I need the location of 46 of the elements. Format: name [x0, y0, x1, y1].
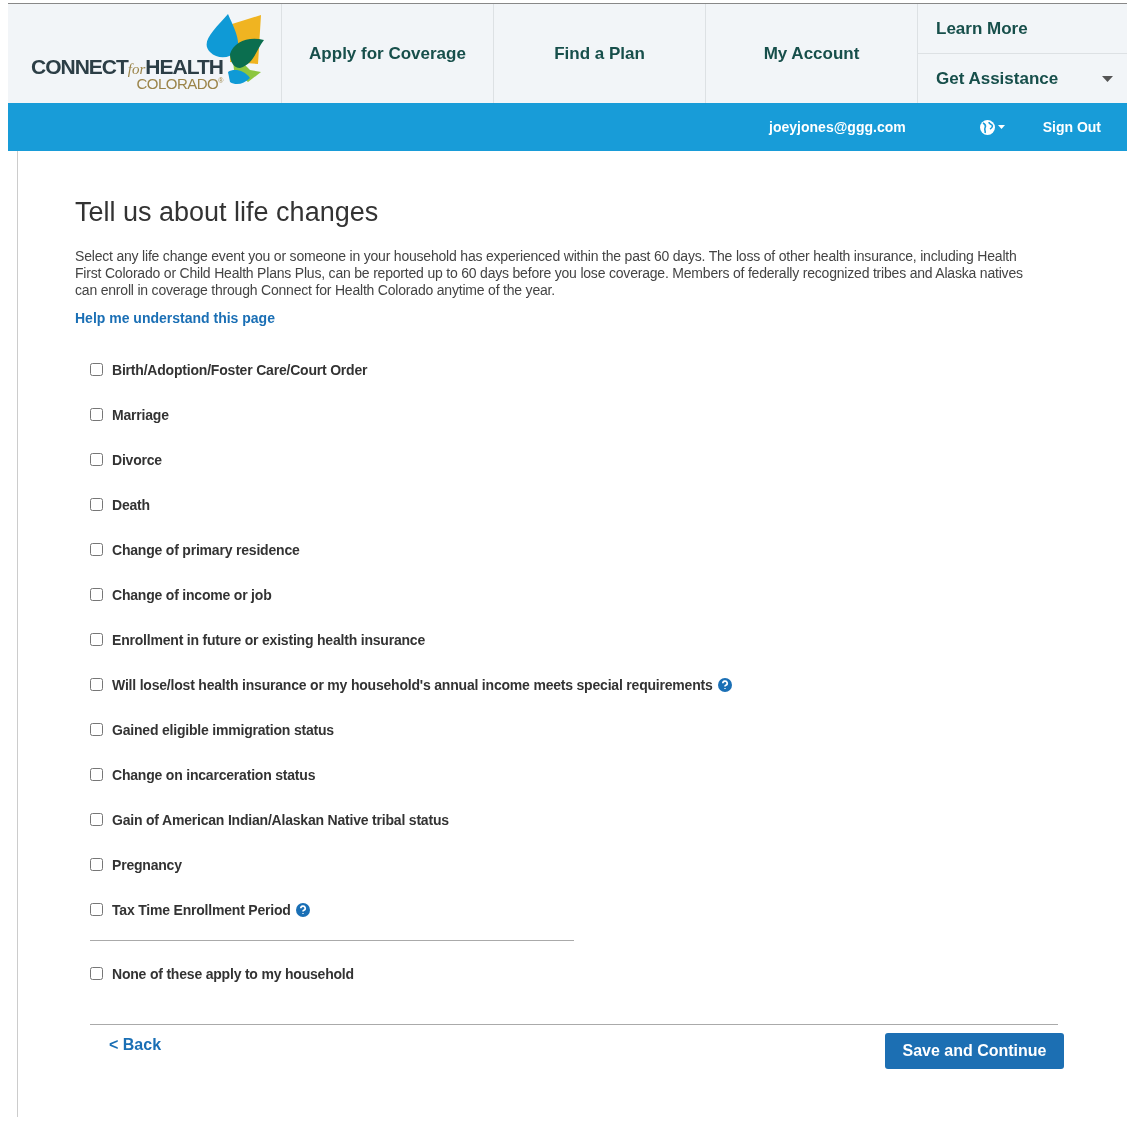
- checkbox-label: Enrollment in future or existing health insurance: [112, 631, 426, 648]
- caret-icon: [1102, 75, 1113, 82]
- globe-icon: [979, 119, 995, 135]
- nav-link[interactable]: Get Assistance: [918, 54, 1127, 103]
- checkbox[interactable]: [90, 858, 103, 871]
- checkbox-label: Gain of American Indian/Alaskan Native tribal status: [112, 811, 449, 828]
- logo-text: HEALTH: [145, 55, 223, 78]
- checkbox[interactable]: [90, 768, 103, 781]
- intro-text: Select any life change event you or someone in your household has experienced within the past 60 days. The loss of other health insurance, including Health First Colorado or Child Health Plans Plus, can be reported up to 60 days before you lose coverage. Members of federally recognized tribes and Alaska natives can enroll in coverage through Connect for Health Colorado anytime of the year.: [75, 248, 1024, 299]
- help-icon[interactable]: [295, 902, 310, 917]
- checkbox[interactable]: [90, 813, 103, 826]
- checkbox-label: Change of primary residence: [112, 541, 300, 558]
- checkbox-label: Birth/Adoption/Foster Care/Court Order: [112, 361, 368, 378]
- checkbox-label: Pregnancy: [112, 856, 182, 873]
- checkbox-label: Change of income or job: [112, 586, 272, 603]
- checkbox-label: Divorce: [112, 451, 162, 468]
- checkbox-label: Change on incarceration status: [112, 766, 316, 783]
- checkbox[interactable]: [90, 363, 103, 376]
- checkbox[interactable]: [90, 678, 103, 691]
- checkbox-label: None of these apply to my household: [112, 965, 354, 982]
- checkbox[interactable]: [90, 453, 103, 466]
- logo-text: COLORADO$^{®}$: [136, 75, 223, 92]
- help-icon[interactable]: [717, 677, 732, 692]
- checkbox[interactable]: [90, 498, 103, 511]
- language-button[interactable]: [979, 119, 1005, 135]
- checkbox[interactable]: [90, 967, 103, 980]
- user-email: joeyjones@ggg.com: [769, 119, 906, 135]
- checkbox[interactable]: [90, 723, 103, 736]
- page-title: Tell us about life changes: [75, 197, 380, 228]
- checkbox-label: Will lose/lost health insurance or my household's annual income meets special requirements: [112, 676, 713, 693]
- checkbox-label: Marriage: [112, 406, 169, 423]
- checkbox-label: Death: [112, 496, 150, 513]
- checkbox[interactable]: [90, 588, 103, 601]
- nav-link[interactable]: Learn More: [918, 4, 1127, 54]
- logo-text: CONNECT: [31, 55, 128, 79]
- save-and-continue-button[interactable]: Save and Continue: [885, 1033, 1064, 1069]
- checkbox-label: Gained eligible immigration status: [112, 721, 334, 738]
- checkbox[interactable]: [90, 633, 103, 646]
- help-link[interactable]: Help me understand this page: [75, 310, 275, 326]
- checkbox-label: Tax Time Enrollment Period: [112, 901, 291, 918]
- checkbox[interactable]: [90, 543, 103, 556]
- logo-text: for: [127, 61, 146, 78]
- checkbox[interactable]: [90, 408, 103, 421]
- caret-icon: [997, 125, 1005, 129]
- checkbox[interactable]: [90, 903, 103, 916]
- back-link[interactable]: < Back: [109, 1036, 162, 1054]
